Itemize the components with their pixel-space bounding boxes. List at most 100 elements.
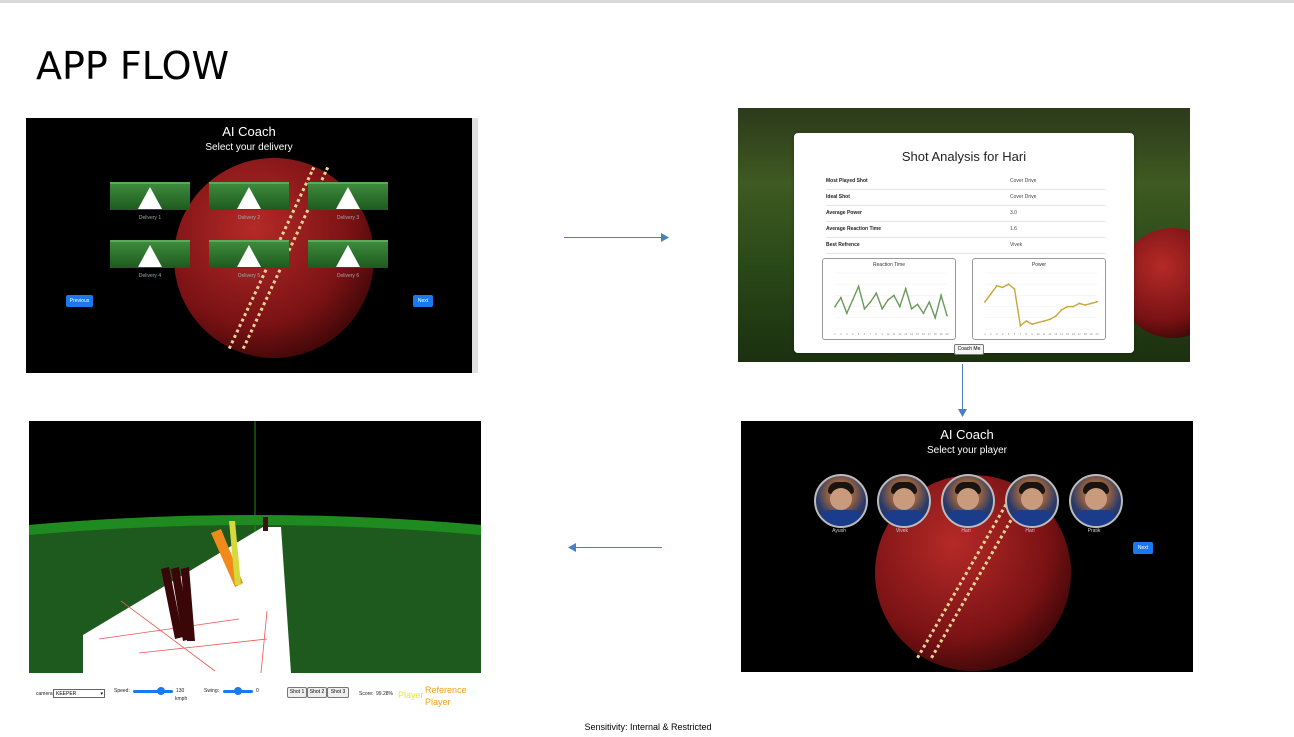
x-tick-label: 2 — [990, 332, 992, 336]
series-line — [984, 283, 1098, 328]
x-tick-label: 10 — [887, 332, 890, 336]
data-point — [984, 300, 986, 303]
flow-arrow-right — [564, 237, 664, 238]
data-point — [893, 294, 895, 297]
data-point — [940, 294, 943, 297]
pitch-icon — [336, 187, 360, 209]
analysis-row-label: Average Reaction Time — [826, 226, 882, 232]
player-label: Vivek — [895, 528, 909, 534]
speed-slider[interactable] — [133, 687, 173, 695]
player-avatar-3[interactable] — [941, 474, 995, 528]
reaction-time-chart: Reaction Time 1 2 3 4 5 6 7 8 9 10 11 12 13 14 15 16 17 1… — [822, 258, 956, 340]
screen-subtitle: Select your delivery — [205, 142, 293, 153]
analysis-row-label: Most Played Shot — [826, 178, 868, 184]
delivery-6-button[interactable] — [308, 240, 388, 268]
swing-value: 0 — [256, 688, 259, 694]
next-button[interactable]: Next — [1133, 542, 1153, 554]
app-title: AI Coach — [940, 427, 994, 442]
swing-slider[interactable] — [223, 687, 253, 695]
data-point — [1025, 320, 1028, 322]
data-point — [1048, 318, 1051, 321]
data-point — [1072, 305, 1075, 308]
player-avatar-1[interactable] — [814, 474, 868, 528]
delivery-2-label: Delivery 2 — [237, 215, 261, 221]
x-tick-label: 9 — [1031, 332, 1033, 336]
data-point — [922, 312, 925, 315]
data-point — [857, 285, 860, 288]
player-avatar-5[interactable] — [1069, 474, 1123, 528]
top-divider — [0, 0, 1294, 3]
camera-label: camera — [36, 691, 53, 697]
footer-sensitivity: Sensitivity: Internal & Restricted — [584, 722, 712, 732]
x-tick-label: 12 — [1048, 332, 1051, 336]
data-point — [1013, 288, 1016, 290]
coach-me-button[interactable]: Coach Me — [954, 344, 984, 355]
data-point — [834, 305, 836, 308]
x-tick-label: 9 — [881, 332, 883, 336]
x-tick-label: 13 — [904, 332, 907, 336]
analysis-row: Most Played Shot Cover Drive — [826, 173, 1106, 190]
shot-3-button[interactable]: Shot 3 — [327, 687, 349, 698]
x-tick-label: 13 — [1054, 332, 1057, 336]
data-point — [1001, 286, 1004, 289]
analysis-row-label: Average Power — [826, 210, 862, 216]
data-point — [863, 307, 866, 310]
delivery-5-label: Delivery 5 — [237, 273, 261, 279]
next-button[interactable]: Next — [413, 295, 433, 307]
previous-button[interactable]: Previous — [66, 295, 93, 307]
x-tick-label: 3 — [996, 332, 998, 336]
delivery-3-button[interactable] — [308, 182, 388, 210]
delivery-4-button[interactable] — [110, 240, 190, 268]
power-chart: Power 1 2 3 4 5 6 7 8 9 10 11 12 13 14 15 16 17 18 19 20 — [972, 258, 1106, 340]
data-point — [869, 301, 872, 304]
analysis-row-label: Best Refrence — [826, 242, 860, 248]
data-point — [910, 307, 913, 310]
data-point — [851, 298, 854, 301]
shot-2-button[interactable]: Shot 2 — [307, 687, 327, 698]
flow-arrow-left — [575, 547, 662, 548]
player-avatar-4[interactable] — [1005, 474, 1059, 528]
x-tick-label: 20 — [946, 332, 949, 336]
x-tick-label: 6 — [1014, 332, 1016, 336]
screen-select-delivery: AI Coach Select your delivery Delivery 1… — [26, 118, 472, 373]
x-tick-label: 2 — [840, 332, 842, 336]
analysis-row-label: Ideal Shot — [826, 194, 850, 200]
data-point — [1054, 315, 1057, 318]
camera-select[interactable]: KEEPER ▾ — [53, 689, 105, 698]
x-tick-label: 19 — [940, 332, 943, 336]
x-tick-label: 5 — [1008, 332, 1010, 336]
reaction-time-plot: 1 2 3 4 5 6 7 8 9 10 11 12 13 14 15 16 17 18 19 20 — [834, 272, 949, 336]
delivery-3-label: Delivery 3 — [336, 215, 360, 221]
data-point — [1019, 324, 1022, 327]
data-point — [875, 292, 878, 295]
arrowhead-right-icon — [661, 233, 669, 242]
data-point — [904, 287, 907, 290]
slider-thumb[interactable] — [157, 687, 165, 695]
delivery-5-button[interactable] — [209, 240, 289, 268]
delivery-2-button[interactable] — [209, 182, 289, 210]
data-point — [1066, 305, 1069, 308]
data-point — [1037, 321, 1039, 324]
camera-select-value: KEEPER — [56, 691, 77, 697]
pitch-icon — [237, 187, 261, 209]
data-point — [928, 301, 931, 304]
screen-3d-simulation — [29, 421, 481, 673]
delivery-6-label: Delivery 6 — [336, 273, 360, 279]
data-point — [1090, 302, 1093, 305]
x-tick-label: 16 — [1072, 332, 1075, 336]
slider-thumb[interactable] — [234, 687, 242, 695]
delivery-1-button[interactable] — [110, 182, 190, 210]
screen-subtitle: Select your player — [926, 445, 1008, 456]
shot-1-button[interactable]: Shot 1 — [287, 687, 307, 698]
scrollbar-track[interactable] — [472, 118, 478, 373]
arrowhead-left-icon — [568, 543, 576, 552]
arrowhead-down-icon — [958, 409, 967, 417]
delivery-4-label: Delivery 4 — [138, 273, 162, 279]
x-tick-label: 8 — [1026, 332, 1028, 336]
player-label: Ayush — [832, 528, 846, 534]
x-tick-label: 4 — [852, 332, 854, 336]
data-point — [916, 303, 919, 306]
x-tick-label: 11 — [893, 332, 896, 336]
player-avatar-2[interactable] — [877, 474, 931, 528]
pitch-icon — [138, 245, 162, 267]
